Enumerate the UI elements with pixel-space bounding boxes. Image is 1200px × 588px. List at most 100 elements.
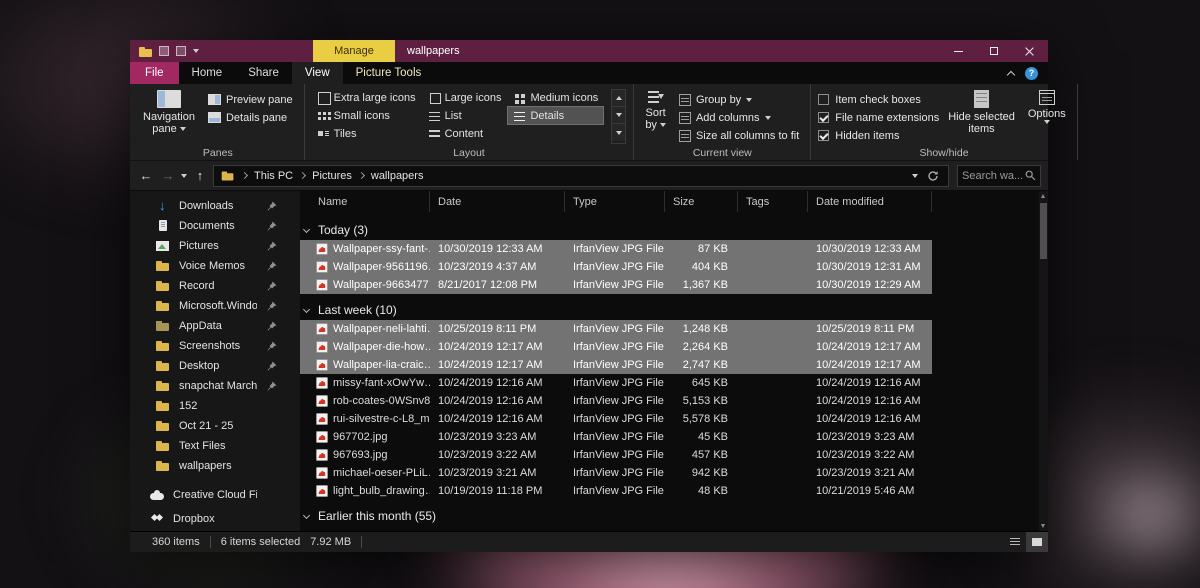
layout-option-tiles[interactable]: Tiles xyxy=(312,125,421,142)
sidebar-item-text-files[interactable]: Text Files xyxy=(130,436,300,456)
file-row[interactable]: Wallpaper-neli-lahti… 10/25/2019 8:11 PM… xyxy=(300,320,932,338)
up-button[interactable] xyxy=(191,166,209,186)
maximize-button[interactable] xyxy=(976,40,1012,62)
tab-view[interactable]: View xyxy=(292,62,343,84)
details-pane-button[interactable]: Details pane xyxy=(204,109,297,126)
qat-new-folder-icon[interactable] xyxy=(176,46,186,56)
sort-by-button[interactable]: Sort by xyxy=(641,89,670,144)
sidebar-item-voice-memos[interactable]: Voice Memos xyxy=(130,256,300,276)
sidebar-item-appdata[interactable]: AppData xyxy=(130,316,300,336)
view-toggles xyxy=(1004,532,1048,552)
file-row[interactable]: 967693.jpg 10/23/2019 3:22 AM IrfanView … xyxy=(300,446,932,464)
refresh-icon[interactable] xyxy=(927,170,939,182)
file-row[interactable]: missy-fant-xOwYw… 10/24/2019 12:16 AM Ir… xyxy=(300,374,932,392)
file-row[interactable]: michael-oeser-PLiL… 10/23/2019 3:21 AM I… xyxy=(300,464,932,482)
column-header-date[interactable]: Date xyxy=(430,191,565,212)
group-header[interactable]: Earlier this month (55) xyxy=(300,506,1039,526)
thumbnail-view-toggle[interactable] xyxy=(1026,532,1048,552)
address-history-chevron-icon[interactable] xyxy=(912,174,918,178)
forward-button[interactable] xyxy=(159,166,177,186)
preview-pane-button[interactable]: Preview pane xyxy=(204,91,297,108)
scroll-up-icon[interactable] xyxy=(1041,194,1045,198)
layout-option-large-icons[interactable]: Large icons xyxy=(423,89,507,106)
details-view-toggle[interactable] xyxy=(1004,532,1026,552)
tab-file[interactable]: File xyxy=(130,62,179,84)
file-row[interactable]: Wallpaper-9561196… 10/23/2019 4:37 AM Ir… xyxy=(300,258,932,276)
jpg-file-icon xyxy=(316,279,328,291)
sidebar-item-documents[interactable]: Documents xyxy=(130,216,300,236)
scroll-down-icon[interactable] xyxy=(1041,524,1045,528)
layout-option-content[interactable]: Content xyxy=(423,125,507,142)
group-by-button[interactable]: Group by xyxy=(675,91,803,108)
sidebar-item-microsoft-windowste[interactable]: Microsoft.WindowsTe xyxy=(130,296,300,316)
file-row[interactable]: light_bulb_drawing… 10/19/2019 11:18 PM … xyxy=(300,482,932,500)
breadcrumb-this-pc[interactable]: This PC xyxy=(254,170,293,182)
group-header[interactable]: Today (3) xyxy=(300,220,1039,240)
breadcrumb-wallpapers[interactable]: wallpapers xyxy=(371,170,424,182)
breadcrumb[interactable]: This PC Pictures wallpapers xyxy=(213,165,949,187)
sidebar-item-record[interactable]: Record xyxy=(130,276,300,296)
sidebar-item-downloads[interactable]: Downloads xyxy=(130,196,300,216)
file-row[interactable]: Wallpaper-lia-craic… 10/24/2019 12:17 AM… xyxy=(300,356,932,374)
vertical-scrollbar[interactable] xyxy=(1039,191,1048,531)
help-icon[interactable] xyxy=(1025,67,1038,80)
collapse-ribbon-icon[interactable] xyxy=(1007,70,1015,78)
checkbox-hidden-items[interactable]: Hidden items xyxy=(818,127,939,144)
scrollbar-thumb[interactable] xyxy=(1040,203,1047,259)
back-button[interactable] xyxy=(137,166,155,186)
sidebar-item-dropbox[interactable]: Dropbox xyxy=(130,507,300,531)
file-row[interactable]: 967702.jpg 10/23/2019 3:23 AM IrfanView … xyxy=(300,428,932,446)
sidebar-item-wallpapers[interactable]: wallpapers xyxy=(130,456,300,476)
qat-customize-chevron-icon[interactable] xyxy=(193,49,199,53)
file-row[interactable]: Wallpaper-die-how… 10/24/2019 12:17 AM I… xyxy=(300,338,932,356)
tab-home[interactable]: Home xyxy=(179,62,236,84)
layout-option-small-icons[interactable]: Small icons xyxy=(312,107,421,124)
file-date: 10/30/2019 12:33 AM xyxy=(430,243,565,255)
sidebar-item-oct-21-25[interactable]: Oct 21 - 25 xyxy=(130,416,300,436)
sidebar-item-snapchat-march-22[interactable]: snapchat March 22 xyxy=(130,376,300,396)
layout-option-label: List xyxy=(445,110,462,122)
breadcrumb-pictures[interactable]: Pictures xyxy=(312,170,352,182)
checkbox-file-name-extensions[interactable]: File name extensions xyxy=(818,109,939,126)
checkbox-item-check-boxes[interactable]: Item check boxes xyxy=(818,91,939,108)
group-header[interactable]: Last week (10) xyxy=(300,300,1039,320)
qat-properties-icon[interactable] xyxy=(159,46,169,56)
file-row[interactable]: Wallpaper-ssy-fant-… 10/30/2019 12:33 AM… xyxy=(300,240,932,258)
minimize-button[interactable] xyxy=(940,40,976,62)
gallery-scroll-down-button[interactable] xyxy=(612,107,625,124)
explorer-folder-icon[interactable] xyxy=(139,46,152,57)
column-header-tags[interactable]: Tags xyxy=(738,191,808,212)
size-all-columns-button[interactable]: Size all columns to fit xyxy=(675,127,803,144)
layout-option-extra-large-icons[interactable]: Extra large icons xyxy=(312,89,421,106)
gallery-more-button[interactable] xyxy=(612,124,625,141)
column-header-type[interactable]: Type xyxy=(565,191,665,212)
file-row[interactable]: rui-silvestre-c-L8_m… 10/24/2019 12:16 A… xyxy=(300,410,932,428)
column-header-name[interactable]: Name xyxy=(300,191,430,212)
sidebar-item-pictures[interactable]: Pictures xyxy=(130,236,300,256)
navigation-pane-button[interactable]: Navigation pane xyxy=(139,89,199,144)
file-row[interactable]: Wallpaper-9663477… 8/21/2017 12:08 PM Ir… xyxy=(300,276,932,294)
gallery-more-icon xyxy=(616,131,622,135)
add-columns-button[interactable]: Add columns xyxy=(675,109,803,126)
sidebar-item-creative-cloud-files[interactable]: Creative Cloud Files xyxy=(130,483,300,507)
search-input[interactable] xyxy=(962,170,1025,182)
hide-selected-items-button[interactable]: Hide selected items xyxy=(944,89,1019,144)
options-button[interactable]: Options xyxy=(1024,89,1070,144)
layout-option-list[interactable]: List xyxy=(423,107,507,124)
sidebar-item-desktop[interactable]: Desktop xyxy=(130,356,300,376)
manage-contextual-badge[interactable]: Manage xyxy=(313,40,395,62)
gallery-scroll-up-button[interactable] xyxy=(612,90,625,107)
close-button[interactable] xyxy=(1012,40,1048,62)
layout-option-medium-icons[interactable]: Medium icons xyxy=(508,89,603,106)
pin-icon xyxy=(266,260,278,272)
tab-picture-tools[interactable]: Picture Tools xyxy=(343,62,435,84)
tab-share[interactable]: Share xyxy=(235,62,292,84)
layout-option-details[interactable]: Details xyxy=(508,107,603,124)
file-row[interactable]: rob-coates-0WSnv8… 10/24/2019 12:16 AM I… xyxy=(300,392,932,410)
column-header-date-modified[interactable]: Date modified xyxy=(808,191,932,212)
recent-locations-chevron-icon[interactable] xyxy=(181,174,187,178)
jpg-file-icon xyxy=(316,261,328,273)
sidebar-item-152[interactable]: 152 xyxy=(130,396,300,416)
sidebar-item-screenshots[interactable]: Screenshots xyxy=(130,336,300,356)
column-header-size[interactable]: Size xyxy=(665,191,738,212)
